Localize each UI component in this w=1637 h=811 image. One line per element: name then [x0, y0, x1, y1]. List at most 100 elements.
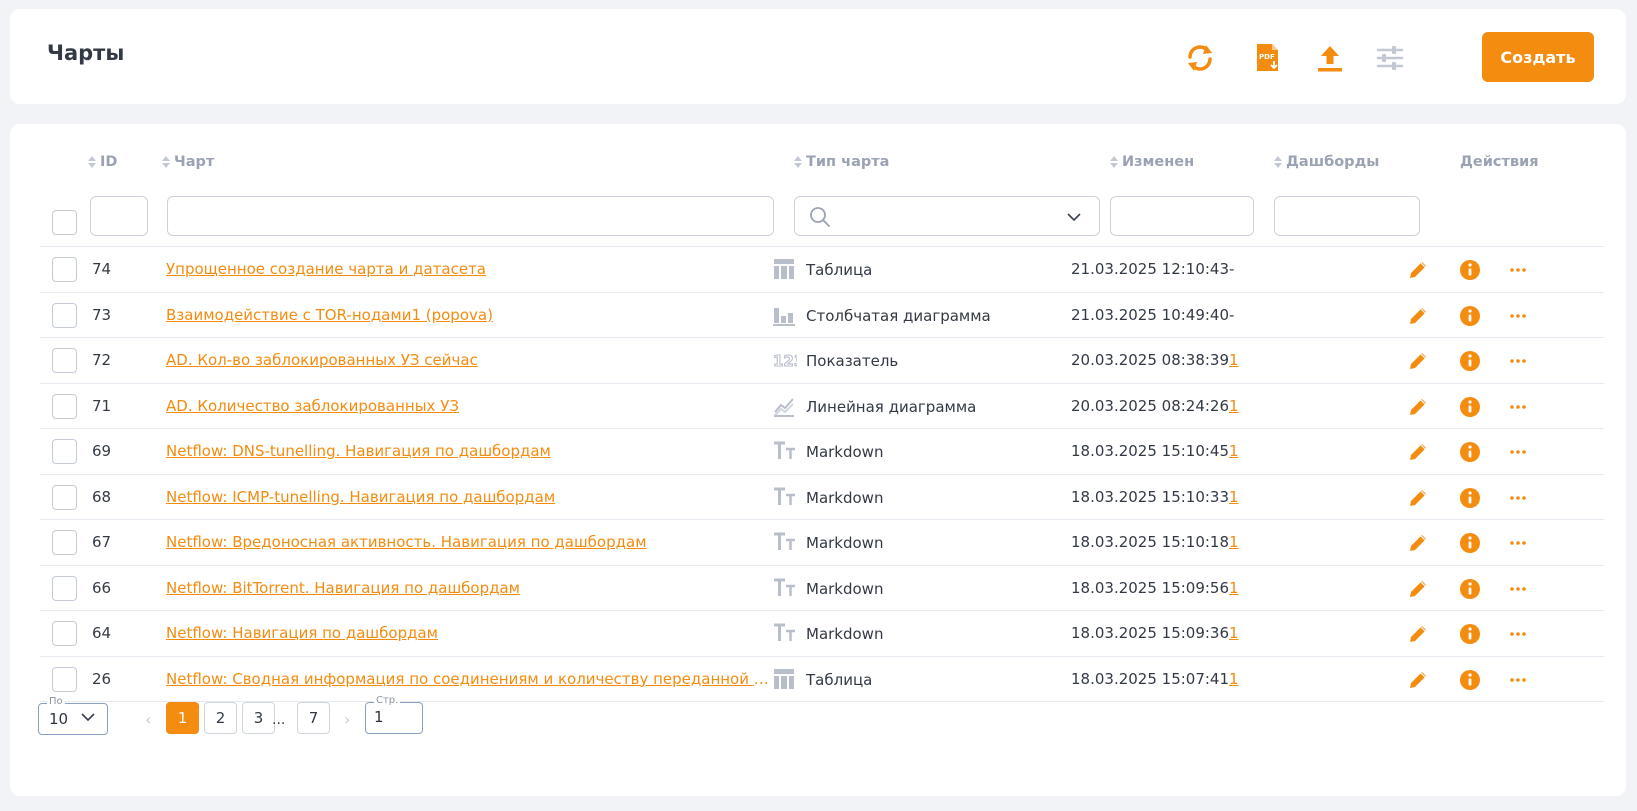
more-icon[interactable]	[1506, 577, 1530, 601]
next-page-button[interactable]: ›	[344, 710, 350, 729]
more-icon[interactable]	[1506, 486, 1530, 510]
page-button-1[interactable]: 1	[166, 702, 199, 734]
chart-name-link[interactable]: Netflow: ICMP-tunelling. Навигация по да…	[166, 488, 778, 506]
row-checkbox[interactable]	[52, 530, 77, 555]
chart-type: Markdown	[806, 625, 884, 643]
filter-chart-input[interactable]	[167, 196, 774, 236]
text-icon	[773, 531, 797, 553]
chart-name-link[interactable]: Netflow: DNS-tunelling. Навигация по даш…	[166, 442, 778, 460]
chart-type: Таблица	[806, 261, 873, 279]
info-icon[interactable]	[1458, 668, 1482, 692]
pdf-download-icon[interactable]: PDF	[1249, 39, 1287, 77]
chart-name-link[interactable]: Упрощенное создание чарта и датасета	[166, 260, 778, 278]
filter-modified-input[interactable]	[1110, 196, 1254, 236]
per-page-label: По	[47, 696, 65, 707]
info-icon[interactable]	[1458, 486, 1482, 510]
filter-type-select[interactable]	[794, 196, 1100, 236]
edit-icon[interactable]	[1406, 304, 1430, 328]
filter-settings-icon[interactable]	[1371, 39, 1409, 77]
modified-date: 18.03.2025 15:09:56	[1071, 578, 1230, 597]
edit-icon[interactable]	[1406, 395, 1430, 419]
column-header-id[interactable]: ID	[88, 154, 117, 170]
row-id: 67	[92, 533, 112, 551]
more-icon[interactable]	[1506, 304, 1530, 328]
chart-name-link[interactable]: Netflow: Вредоносная активность. Навигац…	[166, 533, 778, 551]
per-page-select[interactable]: По 10	[38, 696, 108, 735]
dashboards-count[interactable]: 1	[1229, 579, 1239, 597]
goto-page-label: Стр.	[374, 695, 401, 706]
modified-date: 20.03.2025 08:24:26	[1071, 396, 1230, 415]
more-icon[interactable]	[1506, 531, 1530, 555]
column-header-chart[interactable]: Чарт	[162, 154, 214, 170]
chevron-down-icon	[81, 713, 95, 722]
more-icon[interactable]	[1506, 349, 1530, 373]
more-icon[interactable]	[1506, 395, 1530, 419]
more-icon[interactable]	[1506, 622, 1530, 646]
row-checkbox[interactable]	[52, 439, 77, 464]
row-checkbox[interactable]	[52, 393, 77, 419]
filter-id-input[interactable]	[90, 196, 148, 236]
info-icon[interactable]	[1458, 531, 1482, 555]
edit-icon[interactable]	[1406, 531, 1430, 555]
table-row: 69 Netflow: DNS-tunelling. Навигация по д…	[40, 428, 1604, 474]
column-header-type[interactable]: Тип чарта	[794, 154, 889, 170]
row-checkbox[interactable]	[52, 257, 77, 282]
dashboards-count[interactable]: 1	[1229, 488, 1239, 506]
goto-page-field[interactable]: Стр.	[365, 695, 423, 734]
edit-icon[interactable]	[1406, 486, 1430, 510]
dashboards-count[interactable]: 1	[1229, 351, 1239, 369]
row-id: 71	[92, 396, 112, 415]
edit-icon[interactable]	[1406, 258, 1430, 282]
dashboards-count[interactable]: 1	[1229, 533, 1239, 551]
chart-name-link[interactable]: Netflow: Навигация по дашбордам	[166, 624, 778, 642]
info-icon[interactable]	[1458, 304, 1482, 328]
page-button-2[interactable]: 2	[204, 702, 237, 734]
create-button[interactable]: Создать	[1482, 32, 1594, 82]
chart-name-link[interactable]: Netflow: BitTorrent. Навигация по дашбор…	[166, 579, 778, 597]
info-icon[interactable]	[1458, 395, 1482, 419]
more-icon[interactable]	[1506, 258, 1530, 282]
info-icon[interactable]	[1458, 622, 1482, 646]
chart-name-link[interactable]: AD. Кол-во заблокированных УЗ сейчас	[166, 351, 778, 369]
edit-icon[interactable]	[1406, 622, 1430, 646]
edit-icon[interactable]	[1406, 349, 1430, 373]
info-icon[interactable]	[1458, 440, 1482, 464]
sort-icon	[1110, 156, 1118, 168]
row-id: 73	[92, 305, 112, 324]
edit-icon[interactable]	[1406, 668, 1430, 692]
goto-page-input[interactable]	[374, 708, 416, 726]
select-all-checkbox[interactable]	[52, 210, 77, 235]
row-checkbox[interactable]	[52, 575, 77, 601]
more-icon[interactable]	[1506, 440, 1530, 464]
edit-icon[interactable]	[1406, 577, 1430, 601]
upload-icon[interactable]	[1311, 39, 1349, 77]
column-header-modified[interactable]: Изменен	[1110, 154, 1194, 170]
refresh-icon[interactable]	[1181, 39, 1219, 77]
chart-name-link[interactable]: Netflow: Сводная информация по соединени…	[166, 670, 778, 688]
page-button-3[interactable]: 3	[242, 702, 275, 734]
chart-type: Markdown	[806, 443, 884, 461]
row-checkbox[interactable]	[52, 484, 77, 510]
row-checkbox[interactable]	[52, 621, 77, 646]
dashboards-count[interactable]: 1	[1229, 624, 1239, 642]
more-icon[interactable]	[1506, 668, 1530, 692]
row-checkbox[interactable]	[52, 302, 77, 328]
filter-dashboards-input[interactable]	[1274, 196, 1420, 236]
dashboards-count[interactable]: 1	[1229, 670, 1239, 688]
dashboards-count[interactable]: 1	[1229, 397, 1239, 415]
page-button-7[interactable]: 7	[297, 702, 330, 734]
dashboards-count[interactable]: 1	[1229, 442, 1239, 460]
row-checkbox[interactable]	[52, 666, 77, 692]
info-icon[interactable]	[1458, 258, 1482, 282]
modified-date: 18.03.2025 15:07:41	[1071, 669, 1230, 688]
column-header-dashboards[interactable]: Дашборды	[1274, 154, 1379, 170]
chart-name-link[interactable]: AD. Количество заблокированных УЗ	[166, 397, 778, 415]
edit-icon[interactable]	[1406, 440, 1430, 464]
info-icon[interactable]	[1458, 349, 1482, 373]
info-icon[interactable]	[1458, 577, 1482, 601]
prev-page-button[interactable]: ‹	[145, 710, 151, 729]
sort-icon	[162, 156, 170, 168]
chart-name-link[interactable]: Взаимодействие с TOR-нодами1 (popova)	[166, 306, 778, 324]
row-checkbox[interactable]	[52, 348, 77, 373]
line-chart-icon	[773, 395, 797, 417]
